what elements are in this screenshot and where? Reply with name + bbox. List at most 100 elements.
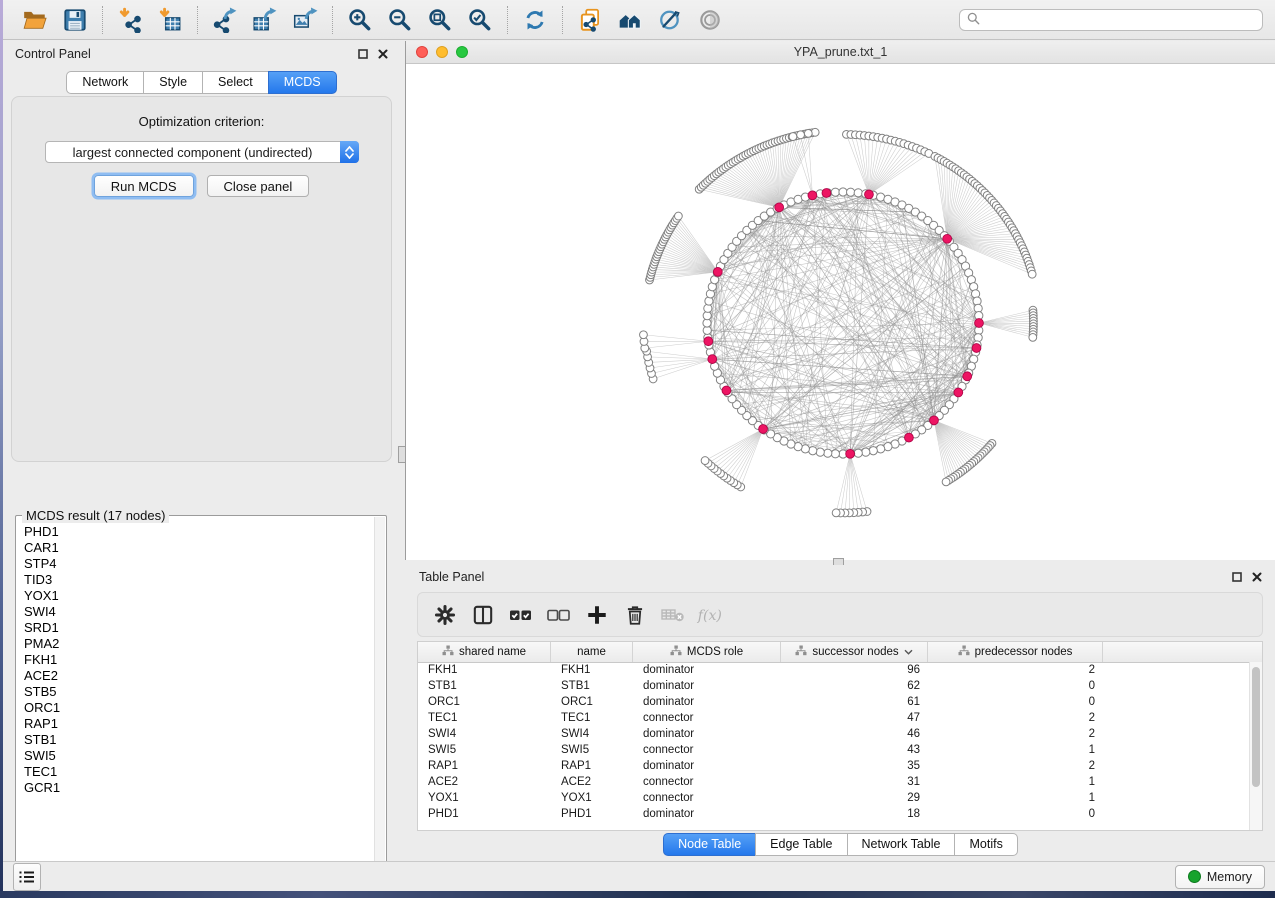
tab-mcds[interactable]: MCDS	[268, 71, 337, 94]
close-panel-icon[interactable]	[1251, 572, 1262, 583]
add-entry-icon[interactable]	[582, 600, 612, 630]
task-history-button[interactable]	[13, 863, 41, 891]
cell[interactable]: FKH1	[551, 664, 633, 676]
export-table-icon[interactable]	[245, 5, 285, 35]
cell[interactable]: 46	[781, 728, 928, 740]
cell[interactable]: 0	[928, 808, 1103, 820]
close-panel-button[interactable]: Close panel	[207, 175, 310, 197]
cell[interactable]: 2	[928, 728, 1103, 740]
show-columns-icon[interactable]	[468, 600, 498, 630]
mcds-result-item[interactable]: RAP1	[24, 716, 374, 732]
cell[interactable]: STB1	[418, 680, 551, 692]
mcds-result-item[interactable]: TEC1	[24, 764, 374, 780]
cell[interactable]: 1	[928, 744, 1103, 756]
cell[interactable]: 2	[928, 712, 1103, 724]
tab-edge-table[interactable]: Edge Table	[755, 833, 847, 856]
export-network-icon[interactable]	[205, 5, 245, 35]
table-row-TEC1[interactable]: TEC1TEC1connector472	[418, 710, 1250, 726]
cell[interactable]: connector	[633, 712, 781, 724]
table-row-SWI5[interactable]: SWI5SWI5connector431	[418, 742, 1250, 758]
tab-style[interactable]: Style	[143, 71, 203, 94]
cell[interactable]: ORC1	[551, 696, 633, 708]
table-row-YOX1[interactable]: YOX1YOX1connector291	[418, 790, 1250, 806]
network-graph[interactable]	[406, 64, 1275, 560]
memory-button[interactable]: Memory	[1175, 865, 1265, 889]
cell[interactable]: dominator	[633, 760, 781, 772]
minimize-window-icon[interactable]	[436, 46, 448, 58]
delete-entry-icon[interactable]	[620, 600, 650, 630]
cell[interactable]: 61	[781, 696, 928, 708]
criterion-dropdown[interactable]: largest connected component (undirected)	[45, 141, 359, 163]
cell[interactable]: SWI4	[551, 728, 633, 740]
cell[interactable]: RAP1	[551, 760, 633, 772]
column-header-predecessor-nodes[interactable]: predecessor nodes	[928, 642, 1103, 662]
export-image-icon[interactable]	[285, 5, 325, 35]
mcds-result-item[interactable]: TID3	[24, 572, 374, 588]
tab-select[interactable]: Select	[202, 71, 269, 94]
column-header-shared-name[interactable]: shared name	[418, 642, 551, 662]
tab-node-table[interactable]: Node Table	[663, 833, 756, 856]
toggle-graphics-details-icon[interactable]	[650, 5, 690, 35]
cell[interactable]: 43	[781, 744, 928, 756]
mcds-result-item[interactable]: PHD1	[24, 524, 374, 540]
run-mcds-button[interactable]: Run MCDS	[94, 175, 194, 197]
import-table-icon[interactable]	[150, 5, 190, 35]
cell[interactable]: dominator	[633, 696, 781, 708]
cell[interactable]: 18	[781, 808, 928, 820]
column-header-successor-nodes[interactable]: successor nodes	[781, 642, 928, 662]
mcds-result-item[interactable]: CAR1	[24, 540, 374, 556]
table-row-PHD1[interactable]: PHD1PHD1dominator180	[418, 806, 1250, 822]
deselect-all-icon[interactable]	[544, 600, 574, 630]
zoom-fit-icon[interactable]	[420, 5, 460, 35]
cell[interactable]: 1	[928, 792, 1103, 804]
birds-eye-view-icon[interactable]	[690, 5, 730, 35]
mcds-result-item[interactable]: GCR1	[24, 780, 374, 796]
cell[interactable]: TEC1	[418, 712, 551, 724]
open-session-icon[interactable]	[15, 5, 55, 35]
cell[interactable]: SWI5	[551, 744, 633, 756]
zoom-in-icon[interactable]	[340, 5, 380, 35]
column-header-MCDS-role[interactable]: MCDS role	[633, 642, 781, 662]
mcds-result-item[interactable]: STP4	[24, 556, 374, 572]
mcds-result-item[interactable]: SWI4	[24, 604, 374, 620]
scrollbar-thumb[interactable]	[1252, 667, 1260, 787]
table-row-SWI4[interactable]: SWI4SWI4dominator462	[418, 726, 1250, 742]
cell[interactable]: 1	[928, 776, 1103, 788]
cell[interactable]: 2	[928, 760, 1103, 772]
zoom-selected-icon[interactable]	[460, 5, 500, 35]
cell[interactable]: 29	[781, 792, 928, 804]
cell[interactable]: dominator	[633, 728, 781, 740]
table-row-STB1[interactable]: STB1STB1dominator620	[418, 678, 1250, 694]
cell[interactable]: dominator	[633, 664, 781, 676]
float-panel-icon[interactable]	[357, 49, 368, 60]
table-options-icon[interactable]	[430, 600, 460, 630]
column-header-name[interactable]: name	[551, 642, 633, 662]
maximize-window-icon[interactable]	[456, 46, 468, 58]
zoom-out-icon[interactable]	[380, 5, 420, 35]
cell[interactable]: PHD1	[418, 808, 551, 820]
import-network-icon[interactable]	[110, 5, 150, 35]
search-input[interactable]	[985, 12, 1255, 28]
close-window-icon[interactable]	[416, 46, 428, 58]
cell[interactable]: connector	[633, 792, 781, 804]
tab-motifs[interactable]: Motifs	[954, 833, 1017, 856]
cell[interactable]: dominator	[633, 808, 781, 820]
cell[interactable]: 31	[781, 776, 928, 788]
cell[interactable]: 96	[781, 664, 928, 676]
tab-network[interactable]: Network	[66, 71, 144, 94]
mcds-result-item[interactable]: ORC1	[24, 700, 374, 716]
cell[interactable]: connector	[633, 776, 781, 788]
mcds-result-item[interactable]: SRD1	[24, 620, 374, 636]
cell[interactable]: STB1	[551, 680, 633, 692]
tab-network-table[interactable]: Network Table	[847, 833, 956, 856]
save-session-icon[interactable]	[55, 5, 95, 35]
network-navigator-icon[interactable]	[610, 5, 650, 35]
cell[interactable]: SWI4	[418, 728, 551, 740]
mcds-result-item[interactable]: SWI5	[24, 748, 374, 764]
cell[interactable]: FKH1	[418, 664, 551, 676]
cell[interactable]: 47	[781, 712, 928, 724]
mcds-result-item[interactable]: FKH1	[24, 652, 374, 668]
cell[interactable]: dominator	[633, 680, 781, 692]
cell[interactable]: 0	[928, 680, 1103, 692]
cell[interactable]: PHD1	[551, 808, 633, 820]
